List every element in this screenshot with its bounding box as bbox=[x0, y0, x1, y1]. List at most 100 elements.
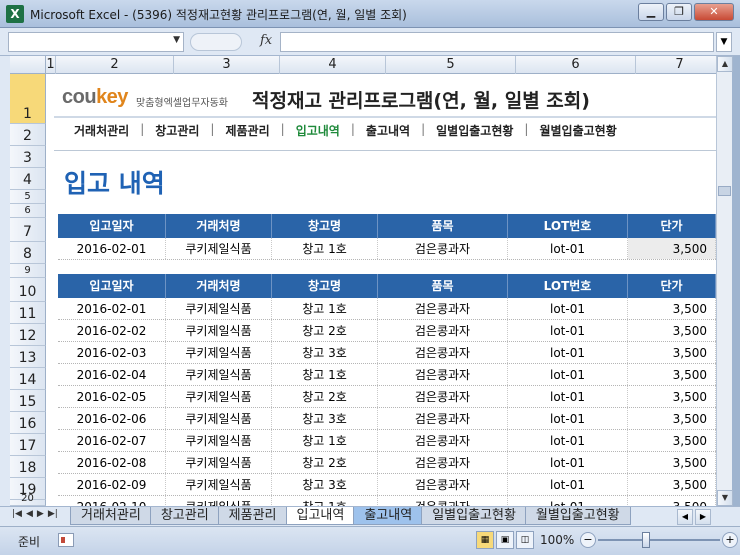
table-cell[interactable]: 2016-02-08 bbox=[58, 452, 166, 473]
table-cell[interactable]: 쿠키제일식품 bbox=[166, 386, 272, 407]
table-cell[interactable]: 2016-02-01 bbox=[58, 298, 166, 319]
row-header[interactable]: 11 bbox=[10, 302, 46, 324]
table-cell[interactable]: 검은콩과자 bbox=[378, 342, 508, 363]
table-cell[interactable]: lot-01 bbox=[508, 430, 628, 451]
table-cell[interactable]: 검은콩과자 bbox=[378, 320, 508, 341]
table-cell[interactable]: 2016-02-06 bbox=[58, 408, 166, 429]
excel-app-icon[interactable]: X bbox=[6, 5, 24, 23]
sheet-tab[interactable]: 창고관리 bbox=[149, 507, 220, 525]
row-header[interactable]: 14 bbox=[10, 368, 46, 390]
column-header[interactable]: 3 bbox=[174, 56, 280, 74]
table-cell[interactable]: 2016-02-05 bbox=[58, 386, 166, 407]
tabs-scroll-right-icon[interactable]: ▶ bbox=[695, 509, 711, 525]
table-cell[interactable]: 창고 3호 bbox=[272, 408, 378, 429]
macro-record-icon[interactable] bbox=[58, 533, 74, 547]
table-cell[interactable]: 창고 2호 bbox=[272, 452, 378, 473]
row-header[interactable]: 8 bbox=[10, 242, 46, 264]
zoom-level[interactable]: 100% bbox=[540, 533, 574, 547]
table-row[interactable]: 2016-02-02 쿠키제일식품 창고 2호 검은콩과자 lot-01 3,500 bbox=[58, 320, 716, 342]
scroll-down-icon[interactable]: ▼ bbox=[717, 490, 733, 506]
input-cell[interactable]: lot-01 bbox=[508, 238, 628, 259]
input-cell[interactable]: 2016-02-01 bbox=[58, 238, 166, 259]
table-row[interactable]: 2016-02-04 쿠키제일식품 창고 1호 검은콩과자 lot-01 3,500 bbox=[58, 364, 716, 386]
table-cell[interactable]: 3,500 bbox=[628, 430, 716, 451]
minimize-button[interactable]: ▁ bbox=[638, 3, 664, 21]
table-row[interactable]: 2016-02-07 쿠키제일식품 창고 1호 검은콩과자 lot-01 3,500 bbox=[58, 430, 716, 452]
zoom-slider-thumb[interactable] bbox=[642, 532, 650, 548]
first-sheet-icon[interactable]: |◀ bbox=[12, 509, 22, 519]
input-cell[interactable]: 3,500 bbox=[628, 238, 716, 259]
table-cell[interactable]: 창고 2호 bbox=[272, 386, 378, 407]
table-cell[interactable]: 검은콩과자 bbox=[378, 430, 508, 451]
sheet-tab[interactable]: 월별입출고현황 bbox=[524, 507, 631, 525]
row-header[interactable]: 18 bbox=[10, 456, 46, 478]
sheet-tab[interactable]: 출고내역 bbox=[353, 507, 424, 525]
table-cell[interactable]: 쿠키제일식품 bbox=[166, 298, 272, 319]
last-sheet-icon[interactable]: ▶| bbox=[48, 509, 58, 519]
row-header[interactable]: 13 bbox=[10, 346, 46, 368]
table-cell[interactable]: 창고 2호 bbox=[272, 320, 378, 341]
nav-item[interactable]: 월별입출고현황 bbox=[531, 122, 624, 142]
table-cell[interactable]: 3,500 bbox=[628, 408, 716, 429]
row-header[interactable]: 5 bbox=[10, 190, 46, 204]
table-cell[interactable]: 3,500 bbox=[628, 496, 716, 506]
row-header[interactable]: 16 bbox=[10, 412, 46, 434]
column-header[interactable]: 5 bbox=[386, 56, 516, 74]
row-header[interactable]: 15 bbox=[10, 390, 46, 412]
table-cell[interactable]: 쿠키제일식품 bbox=[166, 452, 272, 473]
formula-cancel-enter-group[interactable] bbox=[190, 33, 242, 51]
close-button[interactable]: ✕ bbox=[694, 3, 734, 21]
nav-item[interactable]: 창고관리 bbox=[147, 122, 207, 142]
table-cell[interactable]: lot-01 bbox=[508, 320, 628, 341]
row-header[interactable]: 4 bbox=[10, 168, 46, 190]
row-header[interactable]: 6 bbox=[10, 204, 46, 218]
scroll-thumb[interactable] bbox=[718, 186, 731, 196]
table-cell[interactable]: 쿠키제일식품 bbox=[166, 496, 272, 506]
row-header[interactable]: 12 bbox=[10, 324, 46, 346]
table-cell[interactable]: 2016-02-04 bbox=[58, 364, 166, 385]
page-break-view-icon[interactable]: ◫ bbox=[516, 531, 534, 549]
name-box[interactable]: ▼ bbox=[8, 32, 184, 52]
table-row[interactable]: 2016-02-09 쿠키제일식품 창고 3호 검은콩과자 lot-01 3,500 bbox=[58, 474, 716, 496]
table-cell[interactable]: 3,500 bbox=[628, 342, 716, 363]
column-header[interactable]: 4 bbox=[280, 56, 386, 74]
expand-formula-bar-icon[interactable]: ▼ bbox=[716, 32, 732, 52]
table-cell[interactable]: 쿠키제일식품 bbox=[166, 430, 272, 451]
table-cell[interactable]: lot-01 bbox=[508, 342, 628, 363]
table-cell[interactable]: 2016-02-03 bbox=[58, 342, 166, 363]
row-header[interactable]: 9 bbox=[10, 264, 46, 278]
select-all-corner[interactable] bbox=[10, 56, 46, 74]
table-cell[interactable]: 창고 1호 bbox=[272, 430, 378, 451]
zoom-out-icon[interactable]: − bbox=[580, 532, 596, 548]
nav-item[interactable]: 출고내역 bbox=[358, 122, 418, 142]
table-cell[interactable]: lot-01 bbox=[508, 496, 628, 506]
table-cell[interactable]: 쿠키제일식품 bbox=[166, 342, 272, 363]
table-cell[interactable]: 3,500 bbox=[628, 452, 716, 473]
page-layout-view-icon[interactable]: ▣ bbox=[496, 531, 514, 549]
table-cell[interactable]: 검은콩과자 bbox=[378, 496, 508, 506]
formula-input[interactable] bbox=[280, 32, 714, 52]
table-cell[interactable]: lot-01 bbox=[508, 364, 628, 385]
zoom-in-icon[interactable]: + bbox=[722, 532, 738, 548]
input-cell[interactable]: 창고 1호 bbox=[272, 238, 378, 259]
table-cell[interactable]: 2016-02-09 bbox=[58, 474, 166, 495]
sheet-tab[interactable]: 일별입출고현황 bbox=[421, 507, 527, 525]
input-cell[interactable]: 검은콩과자 bbox=[378, 238, 508, 259]
column-header[interactable]: 7 bbox=[636, 56, 724, 74]
table-cell[interactable]: 3,500 bbox=[628, 386, 716, 407]
scroll-up-icon[interactable]: ▲ bbox=[717, 56, 733, 72]
sheet-tab[interactable]: 입고내역 bbox=[285, 507, 356, 525]
table-cell[interactable]: lot-01 bbox=[508, 408, 628, 429]
table-cell[interactable]: 2016-02-02 bbox=[58, 320, 166, 341]
table-row[interactable]: 2016-02-01 쿠키제일식품 창고 1호 검은콩과자 lot-01 3,500 bbox=[58, 298, 716, 320]
row-header[interactable]: 7 bbox=[10, 218, 46, 242]
table-cell[interactable]: 창고 1호 bbox=[272, 364, 378, 385]
table-row[interactable]: 2016-02-03 쿠키제일식품 창고 3호 검은콩과자 lot-01 3,500 bbox=[58, 342, 716, 364]
table-cell[interactable]: lot-01 bbox=[508, 474, 628, 495]
table-cell[interactable]: 검은콩과자 bbox=[378, 364, 508, 385]
prev-sheet-icon[interactable]: ◀ bbox=[26, 509, 33, 519]
worksheet[interactable]: coukey 맞춤형엑셀업무자동화 적정재고 관리프로그램(연, 월, 일별 조… bbox=[46, 74, 716, 506]
vertical-scrollbar[interactable]: ▲ ▼ bbox=[716, 56, 733, 506]
column-header[interactable]: 6 bbox=[516, 56, 636, 74]
input-cell[interactable]: 쿠키제일식품 bbox=[166, 238, 272, 259]
